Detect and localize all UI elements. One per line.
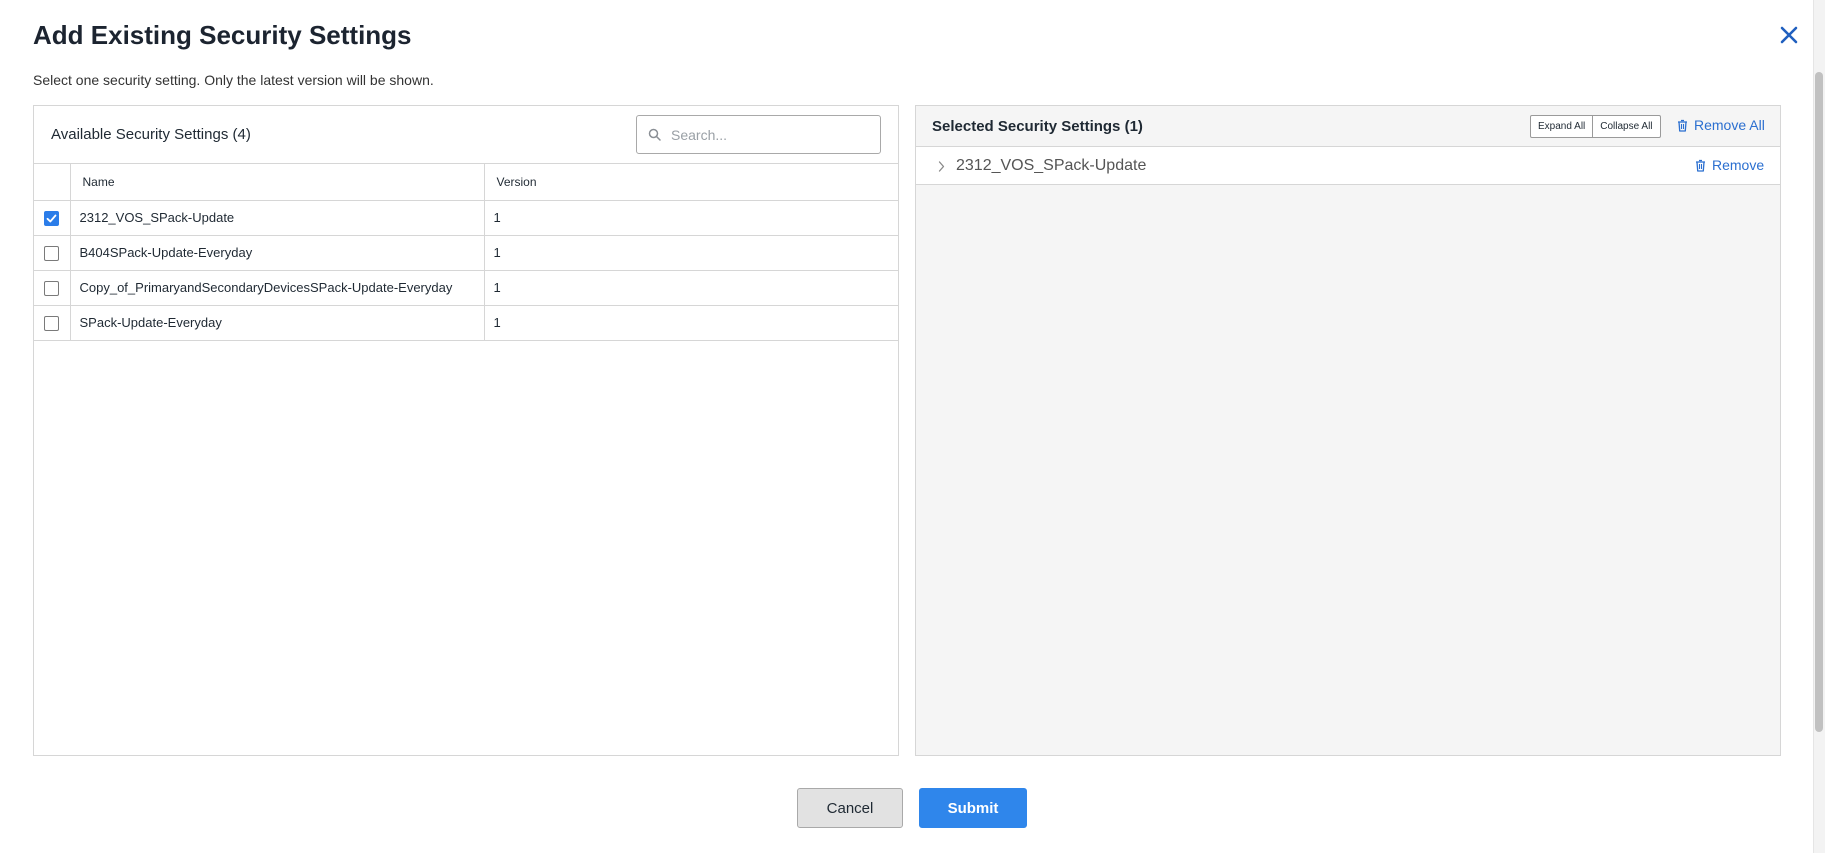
submit-button[interactable]: Submit	[919, 788, 1027, 828]
trash-icon	[1695, 159, 1706, 172]
search-box[interactable]	[636, 115, 881, 154]
row-name: SPack-Update-Everyday	[70, 305, 485, 341]
close-button[interactable]	[1774, 20, 1804, 54]
available-settings-table: Name Version 2312_VOS_SPack-Update 1 B40…	[34, 164, 898, 341]
add-security-settings-dialog: Add Existing Security Settings Select on…	[0, 0, 1825, 853]
available-settings-title: Available Security Settings (4)	[51, 126, 251, 143]
trash-icon	[1677, 119, 1688, 132]
cancel-button[interactable]: Cancel	[797, 788, 903, 828]
selected-settings-header: Selected Security Settings (1) Expand Al…	[916, 106, 1780, 147]
available-settings-panel: Available Security Settings (4) Name Ver…	[33, 105, 899, 756]
available-settings-header: Available Security Settings (4)	[34, 106, 898, 164]
remove-all-button[interactable]: Remove All	[1677, 117, 1765, 133]
select-column-header	[34, 164, 71, 201]
name-column-header[interactable]: Name	[70, 164, 485, 201]
table-row[interactable]: 2312_VOS_SPack-Update 1	[34, 200, 898, 236]
selected-settings-title: Selected Security Settings (1)	[932, 118, 1143, 135]
expand-collapse-group: Expand All Collapse All	[1530, 115, 1661, 138]
remove-label: Remove	[1712, 157, 1765, 173]
chevron-right-icon[interactable]	[936, 160, 946, 172]
table-row[interactable]: B404SPack-Update-Everyday 1	[34, 235, 898, 271]
search-icon	[647, 128, 661, 142]
row-checkbox[interactable]	[44, 280, 60, 296]
dialog-title: Add Existing Security Settings	[33, 20, 412, 50]
row-checkbox[interactable]	[44, 210, 60, 226]
row-version: 1	[484, 200, 898, 236]
row-version: 1	[484, 305, 898, 341]
version-column-header[interactable]: Version	[484, 164, 898, 201]
selected-item: 2312_VOS_SPack-Update Remove	[916, 147, 1780, 185]
table-header-row: Name Version	[34, 164, 898, 201]
close-icon	[1780, 26, 1798, 49]
collapse-all-button[interactable]: Collapse All	[1592, 116, 1659, 137]
dialog-subtitle: Select one security setting. Only the la…	[33, 72, 434, 88]
row-name: 2312_VOS_SPack-Update	[70, 200, 485, 236]
row-version: 1	[484, 235, 898, 271]
row-name: Copy_of_PrimaryandSecondaryDevicesSPack-…	[70, 270, 485, 306]
row-version: 1	[484, 270, 898, 306]
search-input[interactable]	[671, 126, 861, 143]
table-row[interactable]: Copy_of_PrimaryandSecondaryDevicesSPack-…	[34, 270, 898, 306]
row-name: B404SPack-Update-Everyday	[70, 235, 485, 271]
remove-all-label: Remove All	[1694, 117, 1765, 133]
table-row[interactable]: SPack-Update-Everyday 1	[34, 305, 898, 341]
remove-button[interactable]: Remove	[1695, 157, 1764, 173]
scrollbar-thumb[interactable]	[1815, 72, 1823, 732]
row-checkbox[interactable]	[44, 315, 60, 331]
row-checkbox[interactable]	[44, 245, 60, 261]
expand-all-button[interactable]: Expand All	[1531, 116, 1592, 137]
selected-settings-panel: Selected Security Settings (1) Expand Al…	[915, 105, 1781, 756]
check-icon	[46, 214, 57, 222]
selected-item-name: 2312_VOS_SPack-Update	[956, 157, 1147, 174]
